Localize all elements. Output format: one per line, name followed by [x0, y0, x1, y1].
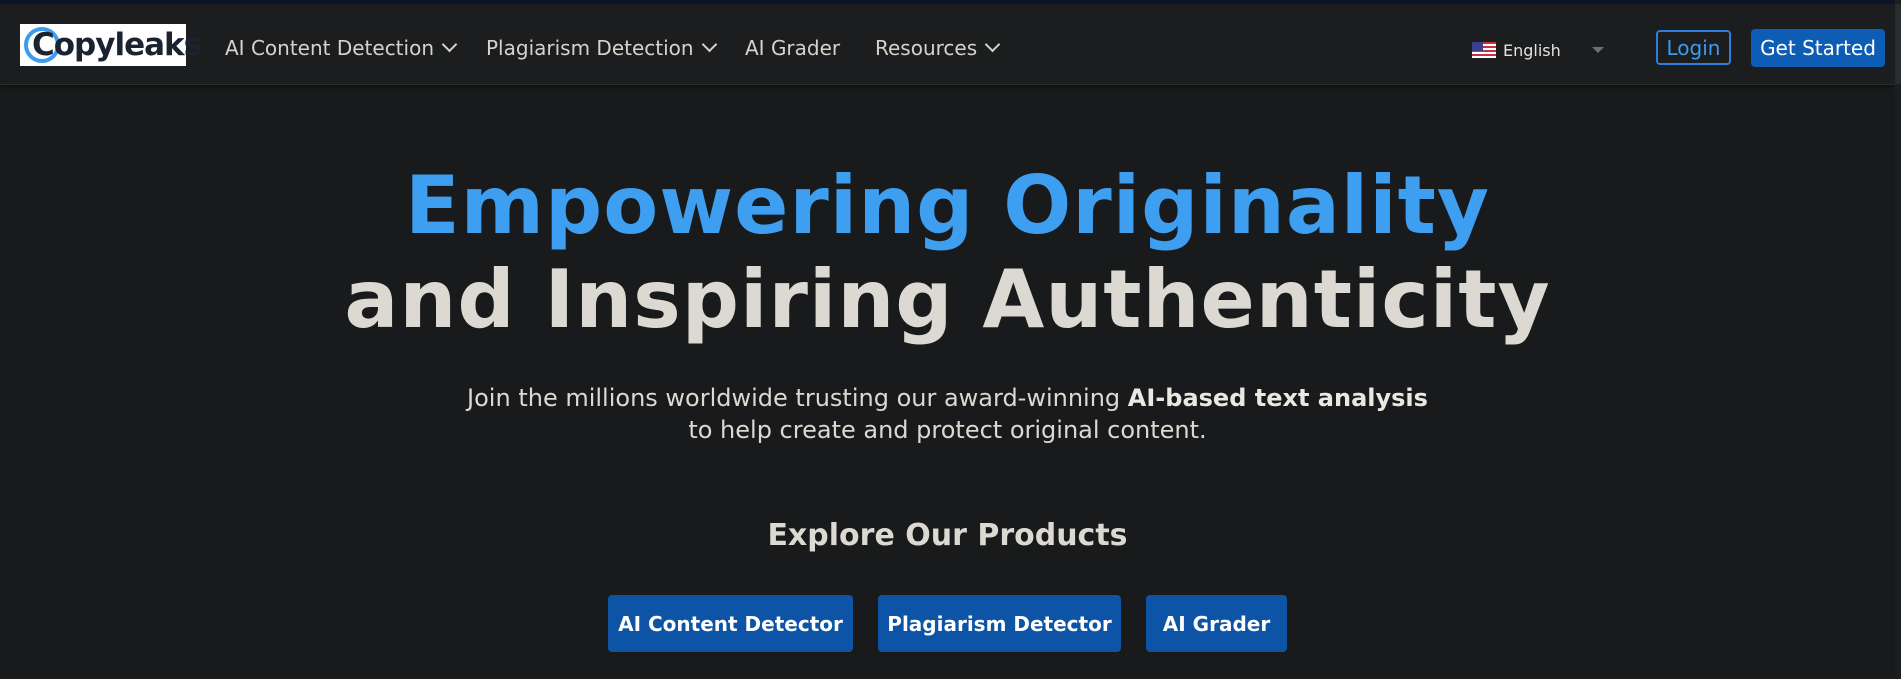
nav-label: Resources	[875, 36, 978, 60]
subtitle-text-start: Join the millions worldwide trusting our…	[467, 384, 1128, 412]
products-heading: Explore Our Products	[767, 518, 1128, 553]
nav-ai-grader[interactable]: AI Grader	[745, 30, 840, 66]
caret-down-icon[interactable]	[1592, 47, 1604, 53]
hero-subtitle: Join the millions worldwide trusting our…	[0, 382, 1895, 446]
subtitle-bold-text: AI-based text analysis	[1127, 384, 1428, 412]
nav-label: AI Content Detection	[225, 36, 434, 60]
get-started-button[interactable]: Get Started	[1751, 29, 1885, 67]
chevron-down-icon	[441, 36, 458, 52]
ai-grader-button[interactable]: AI Grader	[1146, 595, 1287, 652]
copyleaks-logo[interactable]: Copyleaks	[20, 24, 202, 66]
nav-resources[interactable]: Resources	[875, 30, 1001, 66]
language-label: English	[1503, 40, 1561, 60]
ai-content-detector-button[interactable]: AI Content Detector	[608, 595, 853, 652]
nav-ai-content-detection[interactable]: AI Content Detection	[225, 30, 458, 66]
hero-title-line1: Empowering Originality	[404, 159, 1491, 252]
language-selector[interactable]: English	[1472, 38, 1561, 62]
page-scrollbar[interactable]	[1895, 0, 1901, 679]
hero-title-line2: and Inspiring Authenticity	[344, 253, 1551, 346]
nav-label: Plagiarism Detection	[486, 36, 694, 60]
chevron-down-icon	[984, 36, 1001, 52]
chevron-down-icon	[701, 36, 717, 52]
login-button[interactable]: Login	[1656, 30, 1731, 65]
logo-text: Copyleaks	[32, 27, 202, 63]
scrollbar-thumb[interactable]	[1895, 4, 1901, 84]
us-flag-icon	[1472, 42, 1496, 58]
nav-plagiarism-detection[interactable]: Plagiarism Detection	[486, 30, 717, 66]
subtitle-text-end: to help create and protect original cont…	[688, 416, 1207, 444]
top-navbar: Copyleaks AI Content Detection Plagiaris…	[0, 4, 1895, 85]
plagiarism-detector-button[interactable]: Plagiarism Detector	[878, 595, 1121, 652]
nav-label: AI Grader	[745, 36, 841, 60]
